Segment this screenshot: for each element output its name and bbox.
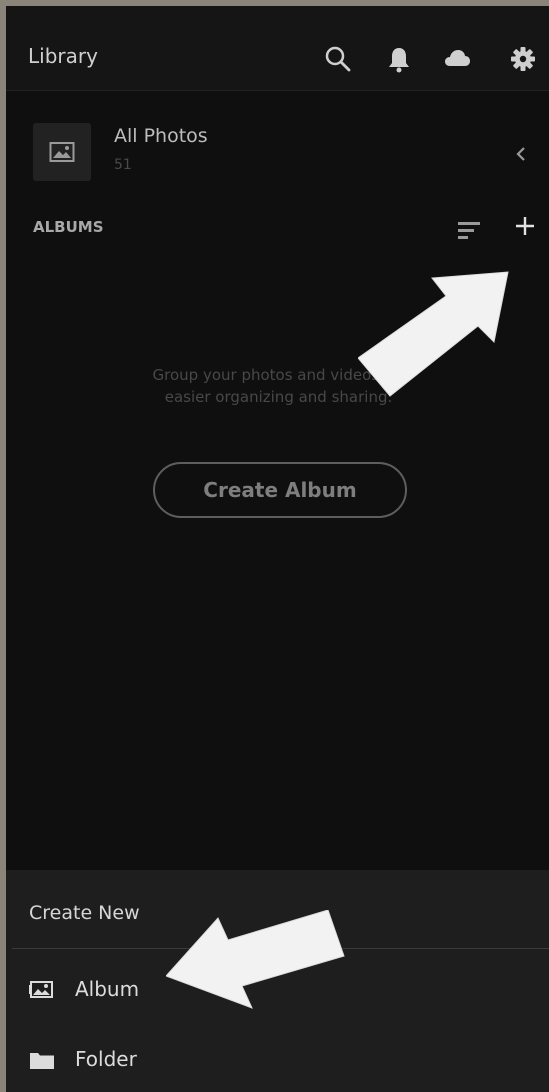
- annotation-arrow-icon: [166, 910, 345, 1009]
- gear-icon[interactable]: [508, 44, 538, 74]
- folder-icon: [30, 1053, 54, 1069]
- chevron-left-icon[interactable]: [512, 141, 530, 167]
- page-title: Library: [28, 44, 98, 68]
- menu-item-folder[interactable]: Folder: [6, 1030, 549, 1090]
- add-album-icon[interactable]: [511, 212, 539, 240]
- all-photos-thumbnail: [33, 123, 91, 181]
- albums-section-label: ALBUMS: [33, 218, 104, 236]
- search-icon[interactable]: [323, 44, 353, 74]
- cloud-icon[interactable]: [442, 44, 472, 74]
- all-photos-count: 51: [114, 157, 132, 173]
- bell-icon[interactable]: [384, 44, 414, 74]
- create-new-title: Create New: [29, 902, 140, 924]
- menu-item-label: Album: [75, 977, 140, 1001]
- top-bar: Library: [6, 6, 549, 91]
- menu-item-label: Folder: [75, 1047, 137, 1071]
- all-photos-title: All Photos: [114, 125, 208, 147]
- annotation-arrow-icon: [358, 271, 509, 397]
- create-album-button[interactable]: Create Album: [153, 462, 407, 518]
- all-photos-row[interactable]: All Photos 51: [6, 111, 549, 191]
- library-panel: Library All Photos 51 ALBUMS Group your …: [6, 6, 549, 1092]
- album-icon: [29, 981, 53, 998]
- photo-icon: [49, 142, 75, 162]
- sort-icon[interactable]: [457, 219, 483, 245]
